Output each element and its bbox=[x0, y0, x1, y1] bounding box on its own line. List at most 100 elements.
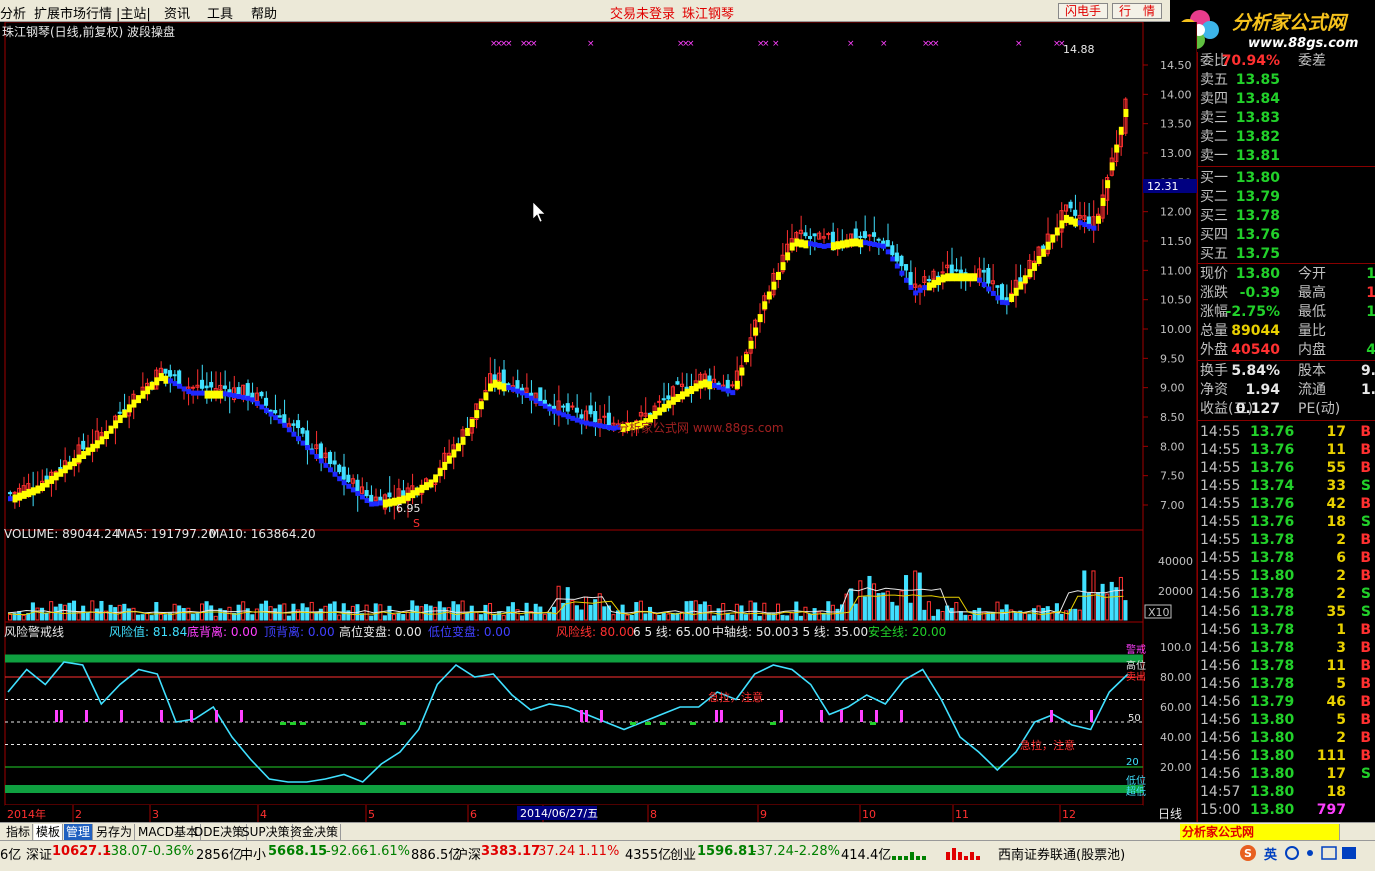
sh-index[interactable]: 3383.17 bbox=[481, 844, 540, 859]
tab-6[interactable]: SUP决策 bbox=[240, 824, 293, 840]
volume-bar bbox=[154, 602, 159, 621]
zx-index[interactable]: 5668.15 bbox=[268, 844, 327, 859]
volume-bar bbox=[744, 614, 749, 621]
trend-band bbox=[858, 239, 864, 248]
sz-index[interactable]: 10627.1 bbox=[52, 844, 111, 859]
candle-body bbox=[341, 466, 346, 480]
ma10-label: MA10: 163864.20 bbox=[209, 527, 316, 541]
trend-band bbox=[931, 279, 937, 288]
volume-bar bbox=[835, 608, 840, 621]
trend-band bbox=[853, 238, 859, 247]
trend-band bbox=[209, 390, 215, 399]
menu-item-tools[interactable]: 工具 bbox=[207, 3, 233, 22]
candle-body bbox=[501, 369, 506, 386]
tab-2[interactable]: 管理 bbox=[64, 824, 94, 840]
price-tick-label: 12.00 bbox=[1160, 206, 1192, 219]
tab-5[interactable]: DDE决策 bbox=[192, 824, 248, 840]
trade-status[interactable]: 交易未登录 bbox=[610, 3, 675, 22]
candle-body bbox=[812, 233, 817, 237]
candle-body bbox=[986, 267, 991, 284]
trend-band bbox=[1100, 197, 1106, 206]
volume-bar bbox=[332, 601, 337, 621]
ime-lang[interactable]: 英 bbox=[1264, 844, 1277, 863]
trend-band bbox=[1045, 241, 1051, 250]
bid-ask-ratio: 委比 70.94% 委差 bbox=[1200, 53, 1326, 69]
sogou-icon[interactable]: S bbox=[1238, 844, 1260, 862]
trend-band bbox=[154, 377, 160, 386]
candle-body bbox=[264, 397, 269, 406]
tab-0[interactable]: 指标 bbox=[4, 824, 34, 840]
trend-band bbox=[890, 256, 896, 262]
kline-chart[interactable]: 14.5014.0013.5013.0012.5012.0011.5011.00… bbox=[0, 21, 1198, 822]
trend-band bbox=[1091, 225, 1097, 231]
risk-green-mark bbox=[280, 722, 286, 725]
trend-band bbox=[433, 474, 439, 483]
trend-band bbox=[373, 501, 379, 507]
menu-item-main[interactable]: |主站| bbox=[116, 3, 151, 22]
candle-body bbox=[995, 285, 1000, 288]
risk-signal-bar bbox=[860, 710, 863, 722]
trend-band bbox=[323, 462, 329, 468]
risk-tick-label: 60.00 bbox=[1160, 701, 1192, 714]
safe-line: 安全线: 20.00 bbox=[868, 624, 946, 639]
trend-band bbox=[282, 422, 288, 428]
trend-band bbox=[730, 390, 736, 396]
volume-bar bbox=[236, 604, 241, 621]
menu-item-help[interactable]: 帮助 bbox=[251, 3, 277, 22]
trend-band bbox=[446, 455, 452, 464]
volume-bar bbox=[643, 613, 648, 621]
trend-band bbox=[346, 483, 352, 489]
trend-band bbox=[977, 277, 983, 283]
indicator-tab-bar: 指标模板管理另存为MACD基本DDE决策SUP决策资金决策分析家公式网 www.… bbox=[0, 822, 1375, 855]
price-tick-label: 11.00 bbox=[1160, 264, 1192, 277]
tick-row: 14:56 13.78 2 S bbox=[1200, 586, 1371, 602]
side-low: 低位 bbox=[1126, 774, 1146, 787]
trend-band bbox=[844, 239, 850, 248]
candle-body bbox=[949, 264, 954, 275]
trend-band bbox=[986, 286, 992, 292]
candle-body bbox=[579, 414, 584, 419]
volume-bar bbox=[821, 612, 826, 621]
risk-signal-bar bbox=[1090, 710, 1093, 722]
trend-band bbox=[168, 378, 173, 384]
volume-bar bbox=[72, 600, 77, 621]
flash-trade-button[interactable]: 闪电手 bbox=[1058, 3, 1108, 19]
ime-toolbar-icon[interactable] bbox=[1282, 844, 1372, 862]
trend-band bbox=[286, 427, 292, 433]
date-marker: 2014/06/27/五 bbox=[520, 807, 598, 820]
trend-band bbox=[21, 490, 27, 499]
broker-label[interactable]: 西南证券联通(股票池) bbox=[998, 844, 1125, 863]
trend-band bbox=[1064, 214, 1069, 223]
tick-row: 14:55 13.76 55 B bbox=[1200, 460, 1371, 476]
cy-index[interactable]: 1596.81 bbox=[697, 844, 756, 859]
tab-7[interactable]: 资金决策 bbox=[288, 824, 342, 840]
tab-1[interactable]: 模板 bbox=[34, 824, 64, 840]
quote-button[interactable]: 行 情 bbox=[1112, 3, 1162, 19]
year-label: 2014年 bbox=[7, 807, 46, 821]
risk-signal-bar bbox=[600, 710, 603, 722]
trend-band bbox=[149, 381, 155, 390]
trend-band bbox=[44, 479, 50, 488]
candle-body bbox=[602, 415, 607, 418]
volume-bar bbox=[689, 600, 694, 621]
trend-band bbox=[451, 449, 457, 458]
price-tick-label: 9.50 bbox=[1160, 352, 1185, 365]
menu-item-news[interactable]: 资讯 bbox=[164, 3, 190, 22]
signal-marker-icon: × bbox=[505, 39, 513, 49]
info-row: 现价 13.80 今开 1 bbox=[1200, 266, 1375, 282]
trend-band bbox=[213, 390, 219, 399]
high-label: 14.88 bbox=[1063, 43, 1095, 56]
trend-band bbox=[657, 407, 663, 416]
trend-band bbox=[968, 273, 973, 282]
candle-body bbox=[268, 409, 273, 412]
risk-green-mark bbox=[290, 722, 296, 725]
candle-body bbox=[168, 370, 173, 377]
volume-bar bbox=[648, 606, 653, 621]
tab-3[interactable]: 另存为 bbox=[94, 824, 136, 840]
trend-band bbox=[926, 282, 932, 291]
chart-area[interactable]: 14.5014.0013.5013.0012.5012.0011.5011.00… bbox=[0, 21, 1198, 822]
menu-item-ext-market[interactable]: 扩展市场行情 bbox=[34, 3, 112, 22]
volume-bar bbox=[209, 605, 214, 621]
risk-tick-label: 40.00 bbox=[1160, 731, 1192, 744]
menu-item-analysis[interactable]: 分析 bbox=[0, 3, 26, 22]
